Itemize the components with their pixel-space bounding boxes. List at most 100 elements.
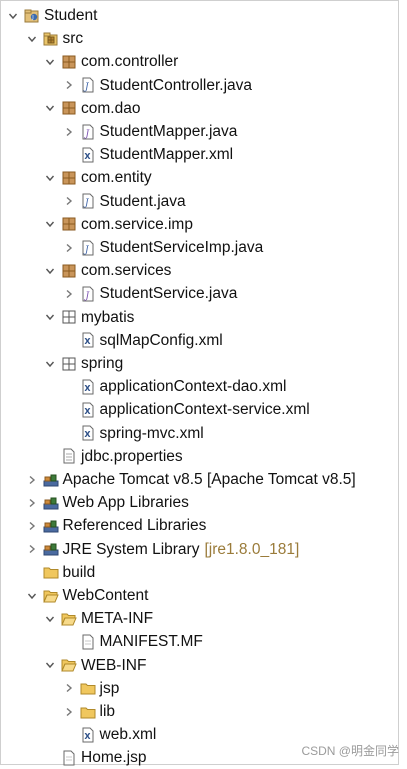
library-icon <box>43 541 59 557</box>
chevron-right-icon[interactable] <box>62 287 76 301</box>
chevron-right-icon[interactable] <box>62 125 76 139</box>
tree-item-folder-src[interactable]: src <box>0 27 407 50</box>
xml-file-icon: X <box>80 147 96 163</box>
tree-item-library-jre-system[interactable]: JRE System Library [jre1.8.0_181] <box>0 538 407 561</box>
chevron-right-icon[interactable] <box>62 194 76 208</box>
tree-item-label: MANIFEST.MF <box>99 633 203 651</box>
tree-item-label: lib <box>99 703 116 720</box>
tree-item-file-student-java[interactable]: J Student.java <box>0 190 407 213</box>
tree-item-file-studentmapper-xml[interactable]: X StudentMapper.xml <box>0 143 407 166</box>
tree-item-file-studentcontroller-java[interactable]: J StudentController.java <box>0 74 407 97</box>
tree-item-label: applicationContext-service.xml <box>99 401 310 419</box>
tree-item-label: StudentController.java <box>99 76 253 94</box>
chevron-down-icon[interactable] <box>43 101 57 115</box>
tree-item-label: com.entity <box>81 169 152 187</box>
chevron-down-icon[interactable] <box>25 589 39 603</box>
properties-file-icon <box>61 448 77 464</box>
chevron-down-icon[interactable] <box>43 217 57 231</box>
tree-item-label: mybatis <box>81 308 135 326</box>
tree-item-folder-meta-inf[interactable]: META-INF <box>0 607 407 630</box>
tree-item-label: WebContent <box>62 587 149 604</box>
folder-open-icon <box>61 611 77 627</box>
tree-item-package-mybatis[interactable]: mybatis <box>0 306 407 329</box>
chevron-down-icon[interactable] <box>43 55 57 69</box>
chevron-right-icon[interactable] <box>25 496 39 510</box>
java-interface-icon: J <box>80 286 96 302</box>
chevron-down-icon[interactable] <box>43 612 57 626</box>
tree-item-folder-jsp[interactable]: jsp <box>0 677 407 700</box>
tree-item-folder-webcontent[interactable]: WebContent <box>0 584 407 607</box>
tree-item-label: com.service.imp <box>81 215 193 233</box>
svg-text:X: X <box>84 407 91 416</box>
chevron-down-icon[interactable] <box>6 9 20 23</box>
chevron-right-icon[interactable] <box>62 681 76 695</box>
source-folder-icon <box>43 31 59 47</box>
tree-item-file-studentservice-java[interactable]: J StudentService.java <box>0 282 407 305</box>
tree-item-label: Web App Libraries <box>62 494 189 512</box>
tree-item-folder-web-inf[interactable]: WEB-INF <box>0 654 407 677</box>
tree-item-package-com-services[interactable]: com.services <box>0 259 407 282</box>
tree-item-label: Referenced Libraries <box>62 517 207 535</box>
tree-item-folder-build[interactable]: build <box>0 561 407 584</box>
tree-item-file-spring-mvc-xml[interactable]: Xspring-mvc.xml <box>0 422 407 445</box>
folder-open-icon <box>42 588 59 604</box>
tree-item-label: StudentService.java <box>99 285 238 303</box>
tree-item-library-web-app[interactable]: Web App Libraries <box>0 491 407 514</box>
chevron-right-icon[interactable] <box>62 78 76 92</box>
tree-item-file-applicationcontext-dao-xml[interactable]: XapplicationContext-dao.xml <box>0 375 407 398</box>
tree-item-folder-lib[interactable]: lib <box>0 700 407 723</box>
chevron-down-icon[interactable] <box>43 310 57 324</box>
chevron-down-icon[interactable] <box>25 32 39 46</box>
tree-item-package-spring[interactable]: spring <box>0 352 407 375</box>
folder-icon <box>80 680 96 696</box>
tree-item-label: StudentMapper.java <box>99 123 238 140</box>
chevron-down-icon[interactable] <box>43 264 57 278</box>
tree-item-label: sqlMapConfig.xml <box>99 331 223 349</box>
chevron-right-icon[interactable] <box>25 519 39 533</box>
tree-item-label: Student <box>44 7 98 24</box>
chevron-right-icon[interactable] <box>25 473 39 487</box>
tree-item-label: com.controller <box>81 53 179 71</box>
chevron-down-icon[interactable] <box>43 357 57 371</box>
svg-text:X: X <box>84 152 91 161</box>
chevron-right-icon[interactable] <box>62 241 76 255</box>
tree-item-package-com-service-imp[interactable]: com.service.imp <box>0 213 407 236</box>
chevron-right-icon[interactable] <box>25 542 39 556</box>
svg-text:X: X <box>84 430 91 439</box>
chevron-down-icon[interactable] <box>43 658 57 672</box>
tree-item-file-jdbc-properties[interactable]: jdbc.properties <box>0 445 407 468</box>
tree-item-library-referenced[interactable]: Referenced Libraries <box>0 514 407 537</box>
tree-item-package-com-controller[interactable]: com.controller <box>0 50 407 73</box>
tree-item-file-applicationcontext-service-xml[interactable]: XapplicationContext-service.xml <box>0 398 407 421</box>
xml-file-icon: X <box>80 402 96 418</box>
tree-item-package-com-entity[interactable]: com.entity <box>0 166 407 189</box>
chevron-right-icon[interactable] <box>62 705 76 719</box>
tree-item-label: applicationContext-dao.xml <box>99 378 287 396</box>
tree-item-project-student[interactable]: J Student <box>0 4 404 27</box>
tree-item-file-manifest-mf[interactable]: MANIFEST.MF <box>0 630 407 653</box>
tree-item-library-apache-tomcat[interactable]: Apache Tomcat v8.5 [Apache Tomcat v8.5] <box>0 468 407 491</box>
svg-text:X: X <box>84 384 91 393</box>
xml-file-icon: X <box>80 727 96 743</box>
tree-item-file-sqlmapconfig-xml[interactable]: XsqlMapConfig.xml <box>0 329 407 352</box>
folder-icon <box>43 564 59 580</box>
text-file-icon <box>80 634 96 650</box>
tree-item-package-com-dao[interactable]: com.dao <box>0 97 407 120</box>
tree-item-label: JRE System Library <box>62 540 200 558</box>
package-icon <box>61 100 77 116</box>
tree-item-file-studentmapper-java[interactable]: J StudentMapper.java <box>0 120 407 143</box>
svg-text:X: X <box>84 732 91 741</box>
svg-text:X: X <box>84 337 91 346</box>
folder-icon <box>80 704 96 720</box>
tree-item-decoration: [jre1.8.0_181] <box>204 540 300 558</box>
tree-item-label: META-INF <box>81 610 154 628</box>
tree-item-file-studentserviceimp-java[interactable]: J StudentServiceImp.java <box>0 236 407 259</box>
chevron-down-icon[interactable] <box>43 171 57 185</box>
